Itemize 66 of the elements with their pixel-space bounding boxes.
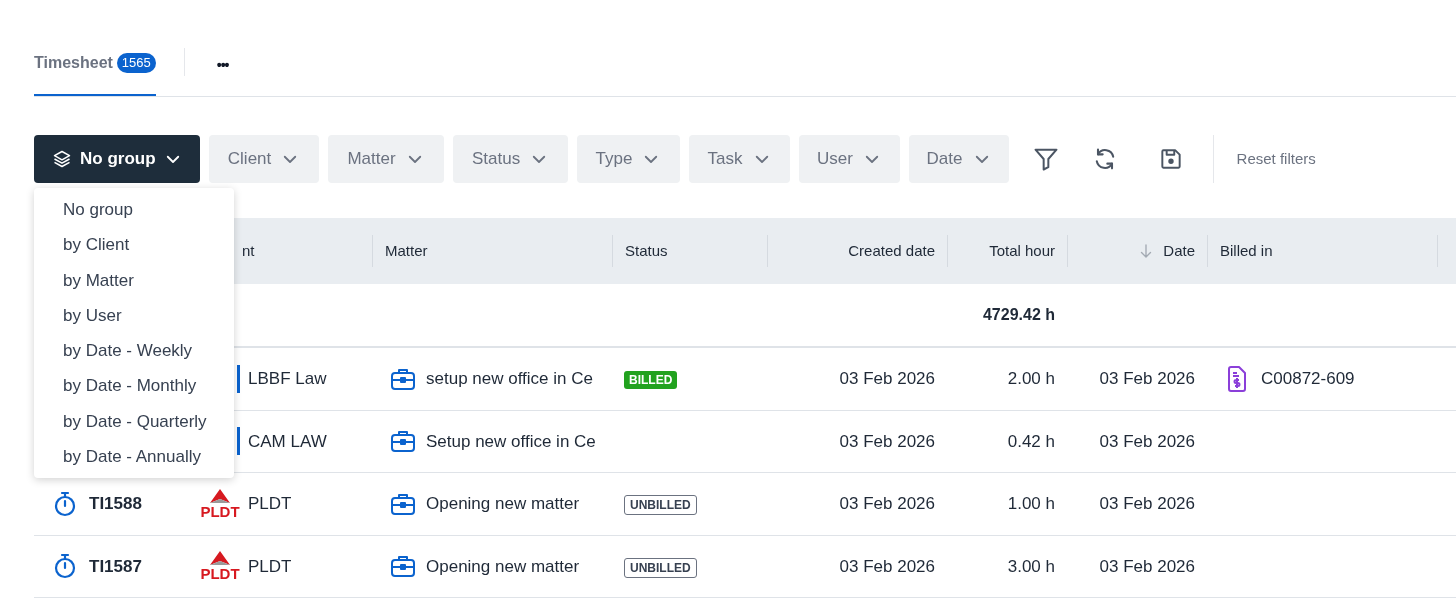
status-badge: UNBILLED xyxy=(624,557,697,578)
client-name: PLDT xyxy=(248,555,292,578)
reset-filters-link[interactable]: Reset filters xyxy=(1236,147,1316,171)
column-header[interactable]: Status xyxy=(625,239,668,263)
menu-item[interactable]: by Client xyxy=(34,227,234,263)
matter-name: Opening new matter xyxy=(426,493,580,515)
briefcase-icon xyxy=(390,429,416,454)
menu-item[interactable]: by Matter xyxy=(34,262,234,298)
hours: 3.00 h xyxy=(1007,555,1055,578)
tab[interactable]: Timesheet 1565 xyxy=(34,0,156,96)
date: 03 Feb 2026 xyxy=(1099,493,1195,515)
created-date: 03 Feb 2026 xyxy=(839,555,935,578)
total-hours: 4729.42 h xyxy=(982,305,1055,325)
client-logo: PLDT xyxy=(200,488,240,519)
client-logo: PLDT xyxy=(200,551,240,582)
created-date: 03 Feb 2026 xyxy=(839,368,935,390)
logo-mark-icon xyxy=(209,551,231,568)
client-name: PLDT xyxy=(248,493,292,515)
status-badge: BILLED xyxy=(624,371,678,389)
stopwatch-icon xyxy=(53,553,77,580)
hours: 2.00 h xyxy=(1007,368,1055,390)
invoice-icon xyxy=(1227,365,1247,392)
menu-item[interactable]: by Date - Annually xyxy=(34,439,234,475)
filter-dropdown[interactable]: Client xyxy=(208,135,319,183)
entry-id: TI1587 xyxy=(89,555,142,578)
menu-item[interactable]: No group xyxy=(34,192,234,228)
layers-icon xyxy=(52,149,72,169)
hours: 1.00 h xyxy=(1007,493,1055,515)
briefcase-icon xyxy=(390,491,416,516)
matter-name: Opening new matter xyxy=(426,555,580,578)
matter-name: setup new office in Ce xyxy=(426,368,593,390)
column-header[interactable]: Matter xyxy=(385,239,428,263)
status-badge: UNBILLED xyxy=(624,495,697,515)
matter-name: Setup new office in Ce xyxy=(426,430,596,453)
logo-mark-icon xyxy=(209,488,231,505)
menu-item[interactable]: by User xyxy=(34,297,234,334)
column-header[interactable]: nt xyxy=(242,239,255,263)
created-date: 03 Feb 2026 xyxy=(839,493,935,515)
group-button[interactable]: No group xyxy=(34,135,200,183)
briefcase-icon xyxy=(390,554,416,579)
menu-item[interactable]: by Date - Quarterly xyxy=(34,403,234,440)
count-badge: 1565 xyxy=(116,53,156,73)
date: 03 Feb 2026 xyxy=(1099,368,1195,390)
column-header[interactable]: Billed in xyxy=(1220,239,1273,263)
column-header[interactable]: Total hour xyxy=(989,239,1055,263)
briefcase-icon xyxy=(390,366,416,391)
menu-item[interactable]: by Date - Weekly xyxy=(34,333,234,369)
filter-dropdown[interactable]: User xyxy=(798,135,900,183)
filter-dropdown[interactable]: Type xyxy=(576,135,680,183)
client-name: LBBF Law xyxy=(248,368,327,390)
more-button[interactable]: ••• xyxy=(216,55,229,76)
date: 03 Feb 2026 xyxy=(1099,555,1195,578)
entry-id: TI1588 xyxy=(89,493,142,515)
hours: 0.42 h xyxy=(1007,430,1055,453)
filter-dropdown[interactable]: Matter xyxy=(327,135,444,183)
menu-item[interactable]: by Date - Monthly xyxy=(34,368,234,404)
created-date: 03 Feb 2026 xyxy=(839,430,935,453)
date: 03 Feb 2026 xyxy=(1099,430,1195,453)
client-name: CAM LAW xyxy=(248,430,327,453)
filter-dropdown[interactable]: Date xyxy=(908,135,1009,183)
column-header[interactable]: Date xyxy=(1163,239,1195,263)
stopwatch-icon xyxy=(53,490,77,517)
column-header[interactable]: Created date xyxy=(848,239,935,263)
filter-dropdown[interactable]: Task xyxy=(688,135,790,183)
invoice-link[interactable]: C00872-609 xyxy=(1261,366,1355,392)
filter-dropdown[interactable]: Status xyxy=(452,135,568,183)
